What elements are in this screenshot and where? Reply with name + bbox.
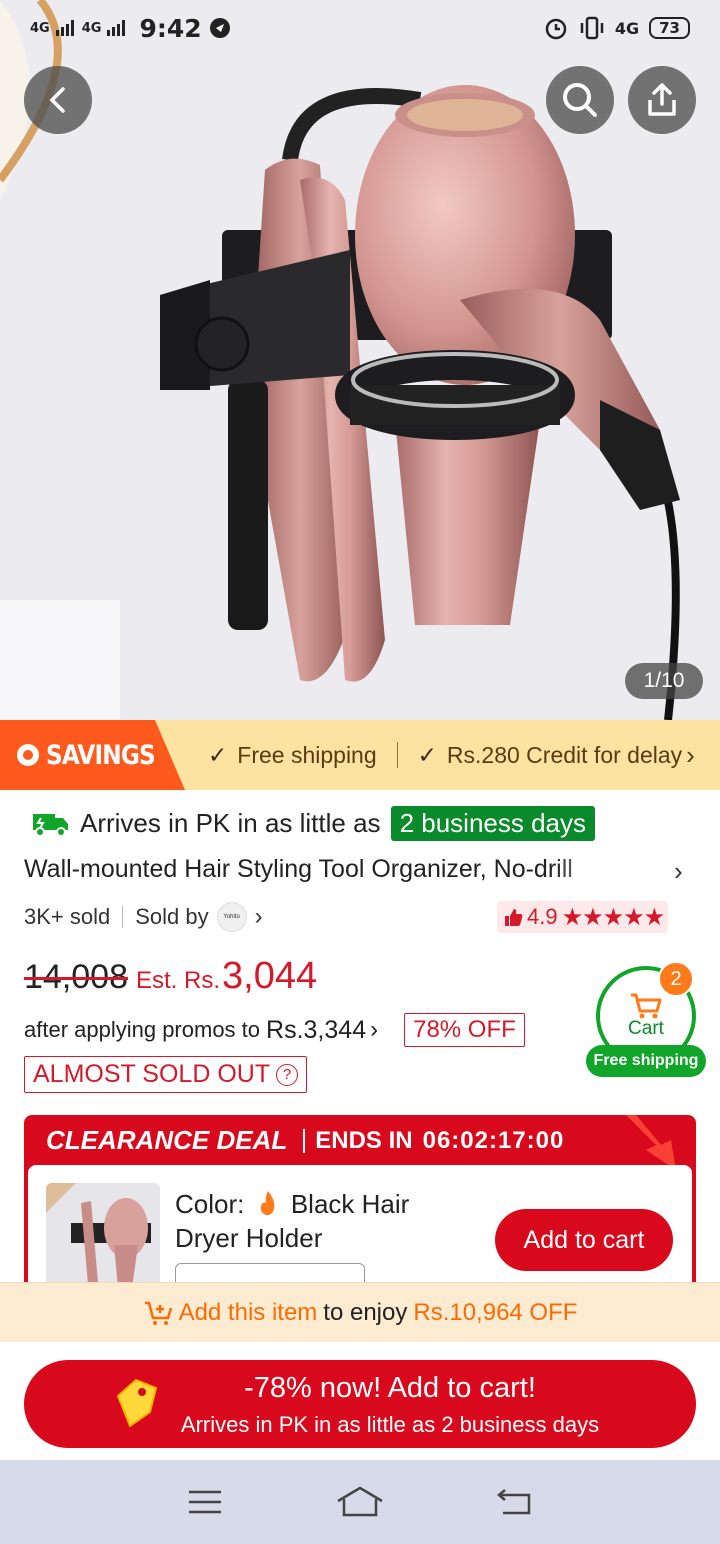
- network-indicator: 4G: [30, 20, 50, 36]
- free-shipping-pill: Free shipping: [586, 1045, 706, 1077]
- rating-badge[interactable]: 4.9 ★★★★★: [497, 901, 669, 933]
- network-indicator-3: 4G: [614, 18, 640, 38]
- clearance-header: CLEARANCE DEAL ENDS IN 06:02:17:00: [46, 1125, 564, 1156]
- cart-icon: [631, 993, 662, 1019]
- vibrate-icon: [580, 16, 604, 40]
- promo-price: Rs.3,344: [266, 1015, 367, 1044]
- alarm-icon: [545, 18, 567, 40]
- main-add-to-cart-button[interactable]: -78% now! Add to cart! Arrives in PK in …: [24, 1360, 696, 1448]
- gear-badge-icon: [17, 744, 39, 766]
- ends-in-label: ENDS IN: [315, 1126, 413, 1154]
- clock: 9:42: [139, 13, 202, 43]
- network-indicator-2: 4G: [81, 20, 102, 36]
- sold-by-label[interactable]: Sold by: [135, 904, 208, 930]
- cta-sub-text: Arrives in PK in as little as 2 business…: [180, 1412, 600, 1437]
- star-rating: ★★★★★: [561, 903, 666, 931]
- price-row: 14,008 Est. Rs. 3,044: [24, 955, 317, 998]
- chevron-right-icon: ›: [370, 1016, 379, 1043]
- battery-indicator: 73: [649, 17, 690, 39]
- cart-label: Cart: [628, 1018, 664, 1039]
- home-icon[interactable]: [336, 1485, 384, 1519]
- divider: [122, 906, 124, 928]
- promo-row[interactable]: after applying promos to Rs.3,344 › 78% …: [24, 1013, 525, 1047]
- arrival-info: Arrives in PK in as little as 2 business…: [32, 806, 596, 841]
- original-price: 14,008: [24, 958, 128, 996]
- seller-logo[interactable]: Yohito: [216, 902, 247, 932]
- color-label: Color:: [175, 1189, 245, 1219]
- chevron-left-icon: [49, 87, 65, 113]
- savings-items: ✓ Free shipping ✓ Rs.280 Credit for dela…: [208, 720, 695, 790]
- savings-label: SAVINGS: [46, 739, 156, 771]
- location-icon: [209, 18, 230, 38]
- image-page-indicator: 1/10: [625, 663, 703, 699]
- back-button[interactable]: [24, 66, 92, 134]
- menu-icon[interactable]: [187, 1487, 223, 1517]
- est-label: Est. Rs.: [136, 967, 221, 994]
- item-thumbnail[interactable]: [46, 1183, 160, 1293]
- product-title[interactable]: Wall-mounted Hair Styling Tool Organizer…: [24, 855, 684, 884]
- check-icon: ✓: [208, 741, 228, 768]
- cta-main-text: -78% now! Add to cart!: [244, 1372, 536, 1404]
- check-icon: ✓: [417, 741, 437, 768]
- share-icon: [648, 83, 676, 116]
- chevron-right-icon[interactable]: ›: [674, 856, 683, 887]
- bundle-amount: Rs.10,964 OFF: [413, 1298, 578, 1326]
- cart-count-badge: 2: [658, 961, 694, 997]
- signal-icon-2: [107, 20, 126, 36]
- savings-tag: SAVINGS: [0, 720, 185, 790]
- discount-badge: 78% OFF: [404, 1013, 525, 1047]
- back-nav-icon[interactable]: [497, 1487, 533, 1517]
- status-bar: 4G 4G 9:42 4G 73: [0, 0, 720, 56]
- help-icon: ?: [276, 1063, 299, 1086]
- search-icon: [563, 83, 597, 117]
- thumbs-up-icon: [505, 909, 523, 926]
- bundle-middle: to enjoy: [323, 1298, 408, 1326]
- delivery-truck-icon: [33, 813, 68, 837]
- free-shipping-text: Free shipping: [237, 741, 377, 768]
- signal-icon: [55, 20, 74, 36]
- almost-sold-out-badge[interactable]: ALMOST SOLD OUT ?: [24, 1056, 308, 1093]
- thumbnail-image: [46, 1183, 160, 1293]
- fire-icon: [260, 1191, 274, 1216]
- chevron-right-icon: ›: [686, 739, 695, 770]
- almost-sold-out-text: ALMOST SOLD OUT: [33, 1060, 271, 1088]
- divider: [303, 1128, 306, 1153]
- arrival-badge: 2 business days: [390, 806, 596, 841]
- clearance-title: CLEARANCE DEAL: [46, 1125, 288, 1155]
- credit-for-delay-text: Rs.280 Credit for delay: [446, 741, 683, 768]
- add-to-cart-button[interactable]: Add to cart: [495, 1209, 673, 1271]
- sold-row: 3K+ sold Sold by Yohito ›: [24, 902, 263, 932]
- color-selection: Color: Black Hair Dryer Holder: [175, 1187, 455, 1255]
- share-button[interactable]: [628, 66, 696, 134]
- divider: [396, 742, 398, 768]
- arrival-text: Arrives in PK in as little as: [80, 808, 381, 838]
- rating-value: 4.9: [527, 904, 558, 929]
- bundle-promo[interactable]: Add this item to enjoy Rs.10,964 OFF: [0, 1282, 720, 1342]
- savings-bar[interactable]: SAVINGS ✓ Free shipping ✓ Rs.280 Credit …: [0, 720, 720, 790]
- cart-plus-icon: [144, 1301, 172, 1325]
- countdown-timer: 06:02:17:00: [422, 1126, 565, 1154]
- estimated-price: 3,044: [222, 955, 318, 997]
- search-button[interactable]: [546, 66, 614, 134]
- sold-count: 3K+ sold: [24, 904, 111, 929]
- system-navigation-bar: [0, 1460, 720, 1544]
- promo-text: after applying promos to: [24, 1017, 261, 1042]
- chevron-right-icon[interactable]: ›: [255, 903, 263, 931]
- bundle-highlight: Add this item: [178, 1298, 318, 1326]
